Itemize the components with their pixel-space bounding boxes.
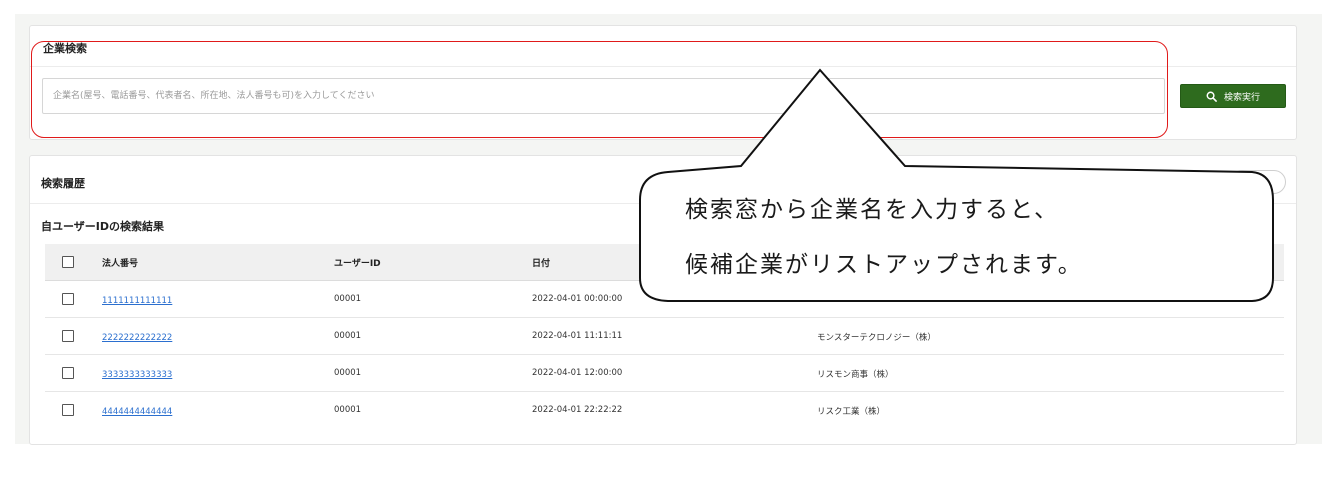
- user-id-cell: 00001: [334, 368, 362, 378]
- user-id-cell: 00001: [334, 331, 362, 341]
- date-cell: 2022-04-01 00:00:00: [532, 294, 623, 304]
- company-search-input[interactable]: [42, 78, 1165, 114]
- table-row: 4444444444444 00001 2022-04-01 22:22:22 …: [45, 392, 1284, 429]
- user-id-cell: 00001: [334, 405, 362, 415]
- history-title: 検索履歴: [41, 177, 85, 190]
- company-search-card: 企業検索 検索実行: [29, 25, 1297, 140]
- divider: [30, 203, 1296, 204]
- refresh-label: 最新: [1248, 178, 1267, 189]
- table-row: 1111111111111 00001 2022-04-01 00:00:00: [45, 281, 1284, 318]
- row-checkbox[interactable]: [62, 293, 74, 305]
- date-cell: 2022-04-01 12:00:00: [532, 368, 623, 378]
- table-row: 3333333333333 00001 2022-04-01 12:00:00 …: [45, 355, 1284, 392]
- search-button-label: 検索実行: [1223, 92, 1260, 103]
- callout-text-line2: 候補企業がリストアップされます。: [685, 252, 1083, 278]
- search-icon: [1206, 91, 1217, 102]
- row-checkbox[interactable]: [62, 404, 74, 416]
- table-row: 2222222222222 00001 2022-04-01 11:11:11 …: [45, 318, 1284, 355]
- history-table: 法人番号 ユーザーID 日付 1111111111111 00001 2022-…: [45, 244, 1284, 429]
- search-execute-button[interactable]: 検索実行: [1180, 84, 1286, 108]
- company-name-cell: リスモン商事（株）: [817, 370, 894, 380]
- corp-no-link[interactable]: 2222222222222: [102, 333, 172, 343]
- row-checkbox[interactable]: [62, 330, 74, 342]
- corp-no-link[interactable]: 1111111111111: [102, 296, 172, 306]
- callout-text-line1: 検索窓から企業名を入力すると、: [685, 197, 1060, 223]
- search-history-card: 検索履歴 最新 自ユーザーIDの検索結果 法人番号 ユーザーID 日付 1111…: [29, 155, 1297, 445]
- company-name-cell: リスク工業（株）: [817, 407, 886, 417]
- user-id-cell: 00001: [334, 294, 362, 304]
- row-checkbox[interactable]: [62, 367, 74, 379]
- refresh-button[interactable]: 最新: [1230, 170, 1286, 194]
- column-header-user-id: ユーザーID: [334, 258, 381, 269]
- column-header-date: 日付: [532, 258, 551, 269]
- corp-no-link[interactable]: 4444444444444: [102, 407, 172, 417]
- column-header-corp-no: 法人番号: [102, 258, 139, 269]
- date-cell: 2022-04-01 22:22:22: [532, 405, 623, 415]
- corp-no-link[interactable]: 3333333333333: [102, 370, 172, 380]
- table-header: 法人番号 ユーザーID 日付: [45, 244, 1284, 281]
- search-title: 企業検索: [43, 42, 87, 55]
- divider: [30, 66, 1296, 67]
- result-subtitle: 自ユーザーIDの検索結果: [41, 220, 165, 233]
- date-cell: 2022-04-01 11:11:11: [532, 331, 623, 341]
- company-name-cell: モンスターテクロノジー（株）: [817, 333, 936, 343]
- select-all-checkbox[interactable]: [62, 256, 74, 268]
